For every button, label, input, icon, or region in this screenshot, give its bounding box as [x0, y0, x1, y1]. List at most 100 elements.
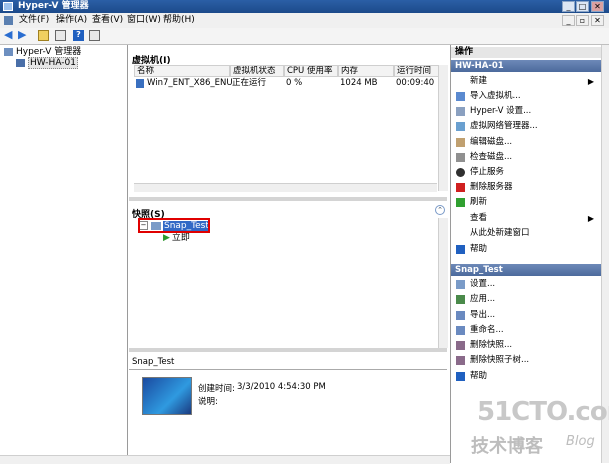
watermark-blog-en: Blog — [566, 434, 595, 449]
remove-server-icon — [456, 183, 465, 192]
vm-icon — [136, 79, 144, 88]
server-action-11[interactable]: 帮助 — [456, 243, 596, 256]
help-icon[interactable]: ? — [73, 30, 84, 41]
maximize-button[interactable]: □ — [576, 1, 589, 12]
rename-icon — [456, 326, 465, 335]
snapshot-settings-icon — [456, 280, 465, 289]
snapshot-action-6[interactable]: 帮助 — [456, 370, 596, 383]
server-action-9[interactable]: 查看 ▶ — [456, 212, 596, 225]
server-action-6[interactable]: 停止服务 — [456, 166, 596, 179]
action-pane-icon[interactable] — [89, 30, 100, 41]
snapshot-action-label: 删除快照子树... — [470, 355, 530, 365]
details-title: Snap_Test — [132, 357, 175, 367]
server-action-label: 导入虚拟机... — [470, 91, 521, 101]
server-action-4[interactable]: 编辑磁盘... — [456, 136, 596, 149]
stop-service-icon — [456, 168, 465, 177]
server-action-label: 从此处新建窗口 — [470, 228, 530, 238]
server-action-8[interactable]: 刷新 — [456, 196, 596, 209]
server-action-1[interactable]: 导入虚拟机... — [456, 90, 596, 103]
app-icon — [3, 2, 13, 11]
created-value: 3/3/2010 4:54:30 PM — [237, 382, 326, 392]
server-action-label: 编辑磁盘... — [470, 137, 513, 147]
server-action-10[interactable]: 从此处新建窗口 — [456, 227, 596, 240]
vm-cpu: 0 % — [286, 78, 303, 88]
actions-snapshot-section[interactable]: Snap_Test — [451, 264, 601, 276]
server-action-label: Hyper-V 设置... — [470, 106, 532, 116]
delete-snapshot-icon — [456, 341, 465, 350]
menu-view[interactable]: 查看(V) — [92, 14, 123, 27]
server-action-label: 检查磁盘... — [470, 152, 513, 162]
col-cpu[interactable]: CPU 使用率 — [284, 65, 338, 77]
details-divider — [129, 369, 447, 370]
snapshot-action-2[interactable]: 导出... — [456, 309, 596, 322]
vm-uptime: 00:09:40 — [396, 78, 435, 88]
menu-help[interactable]: 帮助(H) — [163, 14, 195, 27]
snapshot-action-label: 帮助 — [470, 371, 488, 381]
now-item[interactable]: ▶ 立即 — [163, 233, 190, 244]
watermark-blog-cn: 技术博客 — [471, 436, 543, 457]
minimize-button[interactable]: _ — [562, 1, 575, 12]
up-folder-icon[interactable] — [38, 30, 49, 41]
created-label: 创建时间: — [198, 384, 235, 394]
tree-server-label: HW-HA-01 — [28, 57, 78, 69]
tree-item-server[interactable]: HW-HA-01 — [16, 57, 78, 69]
back-arrow-icon[interactable]: ◀ — [4, 29, 15, 41]
snapshot-vertical-scrollbar[interactable] — [438, 218, 448, 348]
inspect-disk-icon — [456, 153, 465, 162]
submenu-arrow-icon: ▶ — [587, 214, 594, 223]
menu-window[interactable]: 窗口(W) — [127, 14, 161, 27]
now-label: 立即 — [171, 233, 190, 243]
mdi-minimize-button[interactable]: _ — [562, 15, 575, 26]
submenu-arrow-icon: ▶ — [587, 77, 594, 86]
details-splitter[interactable] — [129, 348, 447, 352]
snapshot-action-1[interactable]: 应用... — [456, 293, 596, 306]
menu-bar: 文件(F) 操作(A) 查看(V) 窗口(W) 帮助(H) _ ▫ ✕ — [0, 13, 609, 29]
refresh-icon — [456, 198, 465, 207]
col-memory[interactable]: 内存 — [338, 65, 394, 77]
server-action-5[interactable]: 检查磁盘... — [456, 151, 596, 164]
show-tree-icon[interactable] — [55, 30, 66, 41]
mdi-restore-button[interactable]: ▫ — [576, 15, 589, 26]
forward-arrow-icon[interactable]: ▶ — [18, 29, 29, 41]
help-icon — [456, 372, 465, 381]
edit-disk-icon — [456, 138, 465, 147]
vm-name: Win7_ENT_X86_ENU — [147, 78, 233, 88]
collapse-icon[interactable]: ⌃ — [435, 205, 445, 215]
now-play-icon: ▶ — [163, 233, 170, 243]
col-state[interactable]: 虚拟机状态 — [230, 65, 284, 77]
server-action-label: 帮助 — [470, 244, 488, 254]
snapshot-action-label: 重命名... — [470, 325, 504, 335]
help-icon — [456, 245, 465, 254]
server-action-0[interactable]: 新建 ▶ — [456, 75, 596, 88]
snapshot-action-0[interactable]: 设置... — [456, 278, 596, 291]
snapshot-action-5[interactable]: 删除快照子树... — [456, 354, 596, 367]
server-action-2[interactable]: Hyper-V 设置... — [456, 105, 596, 118]
vm-vertical-scrollbar[interactable] — [438, 65, 448, 191]
snapshot-action-3[interactable]: 重命名... — [456, 324, 596, 337]
menu-action[interactable]: 操作(A) — [56, 14, 87, 27]
server-action-7[interactable]: 删除服务器 — [456, 181, 596, 194]
notes-label: 说明: — [198, 397, 218, 407]
mdi-close-button[interactable]: ✕ — [591, 15, 604, 26]
snapshot-action-4[interactable]: 删除快照... — [456, 339, 596, 352]
server-action-label: 查看 — [470, 213, 488, 223]
actions-server-section[interactable]: HW-HA-01 — [451, 60, 601, 72]
navigation-tree: Hyper-V 管理器 HW-HA-01 — [0, 45, 128, 455]
vm-state: 正在运行 — [232, 78, 267, 88]
settings-icon — [456, 107, 465, 116]
server-action-label: 刷新 — [470, 197, 488, 207]
col-name[interactable]: 名称 — [134, 65, 230, 77]
vm-horizontal-scrollbar[interactable] — [134, 183, 437, 192]
close-button[interactable]: ✕ — [591, 1, 604, 12]
server-action-label: 删除服务器 — [470, 182, 513, 192]
import-vm-icon — [456, 92, 465, 101]
menu-file[interactable]: 文件(F) — [19, 14, 49, 27]
watermark-site: 51CTO.com — [477, 397, 609, 427]
apply-icon — [456, 295, 465, 304]
server-action-3[interactable]: 虚拟网络管理器... — [456, 120, 596, 133]
snapshot-action-label: 设置... — [470, 279, 496, 289]
actions-header: 操作 — [451, 47, 601, 58]
pane-splitter[interactable] — [129, 197, 447, 201]
server-action-label: 停止服务 — [470, 167, 505, 177]
snapshot-action-label: 删除快照... — [470, 340, 513, 350]
